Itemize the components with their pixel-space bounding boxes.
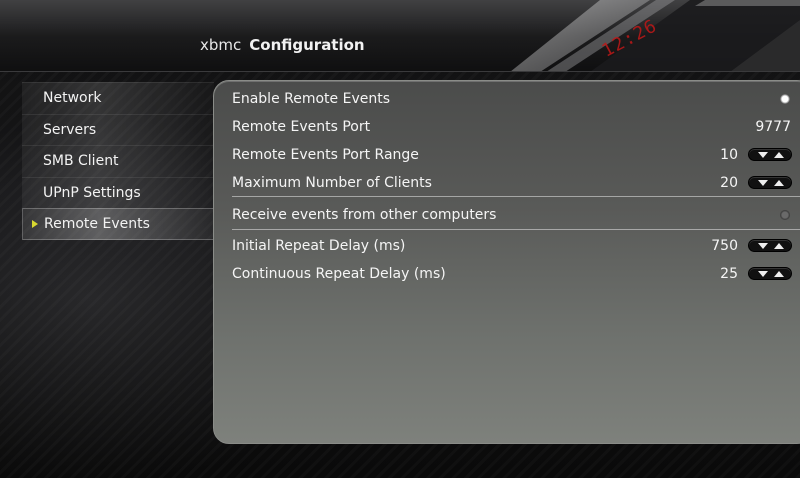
setting-enable-remote-events[interactable]: Enable Remote Events bbox=[232, 85, 792, 113]
header-bar: 12:26 xbmc Configuration bbox=[0, 0, 800, 72]
setting-label: Remote Events Port bbox=[232, 119, 371, 135]
section-separator bbox=[232, 229, 800, 230]
sidebar-item-label: UPnP Settings bbox=[43, 184, 141, 201]
setting-remote-events-port-range[interactable]: Remote Events Port Range 10 bbox=[232, 141, 792, 169]
setting-label: Remote Events Port Range bbox=[232, 147, 419, 163]
value-spinner[interactable] bbox=[748, 239, 792, 252]
arrow-down-icon[interactable] bbox=[758, 243, 768, 249]
sidebar-item-label: SMB Client bbox=[43, 153, 119, 170]
settings-category-list: Network Servers SMB Client UPnP Settings… bbox=[22, 82, 214, 240]
section-title: Configuration bbox=[249, 36, 365, 54]
arrow-down-icon[interactable] bbox=[758, 152, 768, 158]
setting-value: 10 bbox=[720, 147, 738, 163]
section-separator bbox=[232, 196, 800, 197]
arrow-down-icon[interactable] bbox=[758, 271, 768, 277]
setting-label: Maximum Number of Clients bbox=[232, 175, 432, 191]
sidebar-item-servers[interactable]: Servers bbox=[22, 113, 214, 146]
sidebar-item-upnp-settings[interactable]: UPnP Settings bbox=[22, 176, 214, 209]
arrow-up-icon[interactable] bbox=[774, 180, 784, 186]
page-title: xbmc Configuration bbox=[200, 36, 365, 54]
setting-value: 25 bbox=[720, 266, 738, 282]
setting-label: Enable Remote Events bbox=[232, 91, 391, 107]
settings-panel: Enable Remote Events Remote Events Port … bbox=[213, 80, 800, 444]
setting-label: Initial Repeat Delay (ms) bbox=[232, 238, 406, 254]
setting-max-number-of-clients[interactable]: Maximum Number of Clients 20 bbox=[232, 169, 792, 197]
brand-logo-text: xbmc bbox=[200, 36, 242, 54]
setting-value: 20 bbox=[720, 175, 738, 191]
sidebar-item-label: Remote Events bbox=[44, 216, 150, 233]
arrow-down-icon[interactable] bbox=[758, 180, 768, 186]
sidebar-item-label: Network bbox=[43, 90, 102, 106]
setting-receive-events-other-computers[interactable]: Receive events from other computers bbox=[232, 201, 792, 229]
arrow-up-icon[interactable] bbox=[774, 243, 784, 249]
setting-value: 750 bbox=[711, 238, 738, 254]
sidebar-item-smb-client[interactable]: SMB Client bbox=[22, 145, 214, 177]
setting-label: Continuous Repeat Delay (ms) bbox=[232, 266, 446, 282]
sidebar-item-network[interactable]: Network bbox=[22, 82, 214, 114]
setting-remote-events-port[interactable]: Remote Events Port 9777 bbox=[232, 113, 792, 141]
arrow-up-icon[interactable] bbox=[774, 152, 784, 158]
sidebar-item-remote-events[interactable]: Remote Events bbox=[22, 208, 214, 240]
value-spinner[interactable] bbox=[748, 267, 792, 280]
setting-label: Receive events from other computers bbox=[232, 207, 497, 223]
setting-value: 9777 bbox=[755, 119, 791, 135]
radio-off-icon[interactable] bbox=[780, 210, 790, 220]
radio-on-icon[interactable] bbox=[780, 94, 790, 104]
value-spinner[interactable] bbox=[748, 148, 792, 161]
setting-initial-repeat-delay[interactable]: Initial Repeat Delay (ms) 750 bbox=[232, 232, 792, 260]
sidebar-item-label: Servers bbox=[43, 121, 97, 138]
value-spinner[interactable] bbox=[748, 176, 792, 189]
arrow-up-icon[interactable] bbox=[774, 271, 784, 277]
triangle-right-icon bbox=[32, 220, 38, 229]
setting-continuous-repeat-delay[interactable]: Continuous Repeat Delay (ms) 25 bbox=[232, 260, 792, 288]
